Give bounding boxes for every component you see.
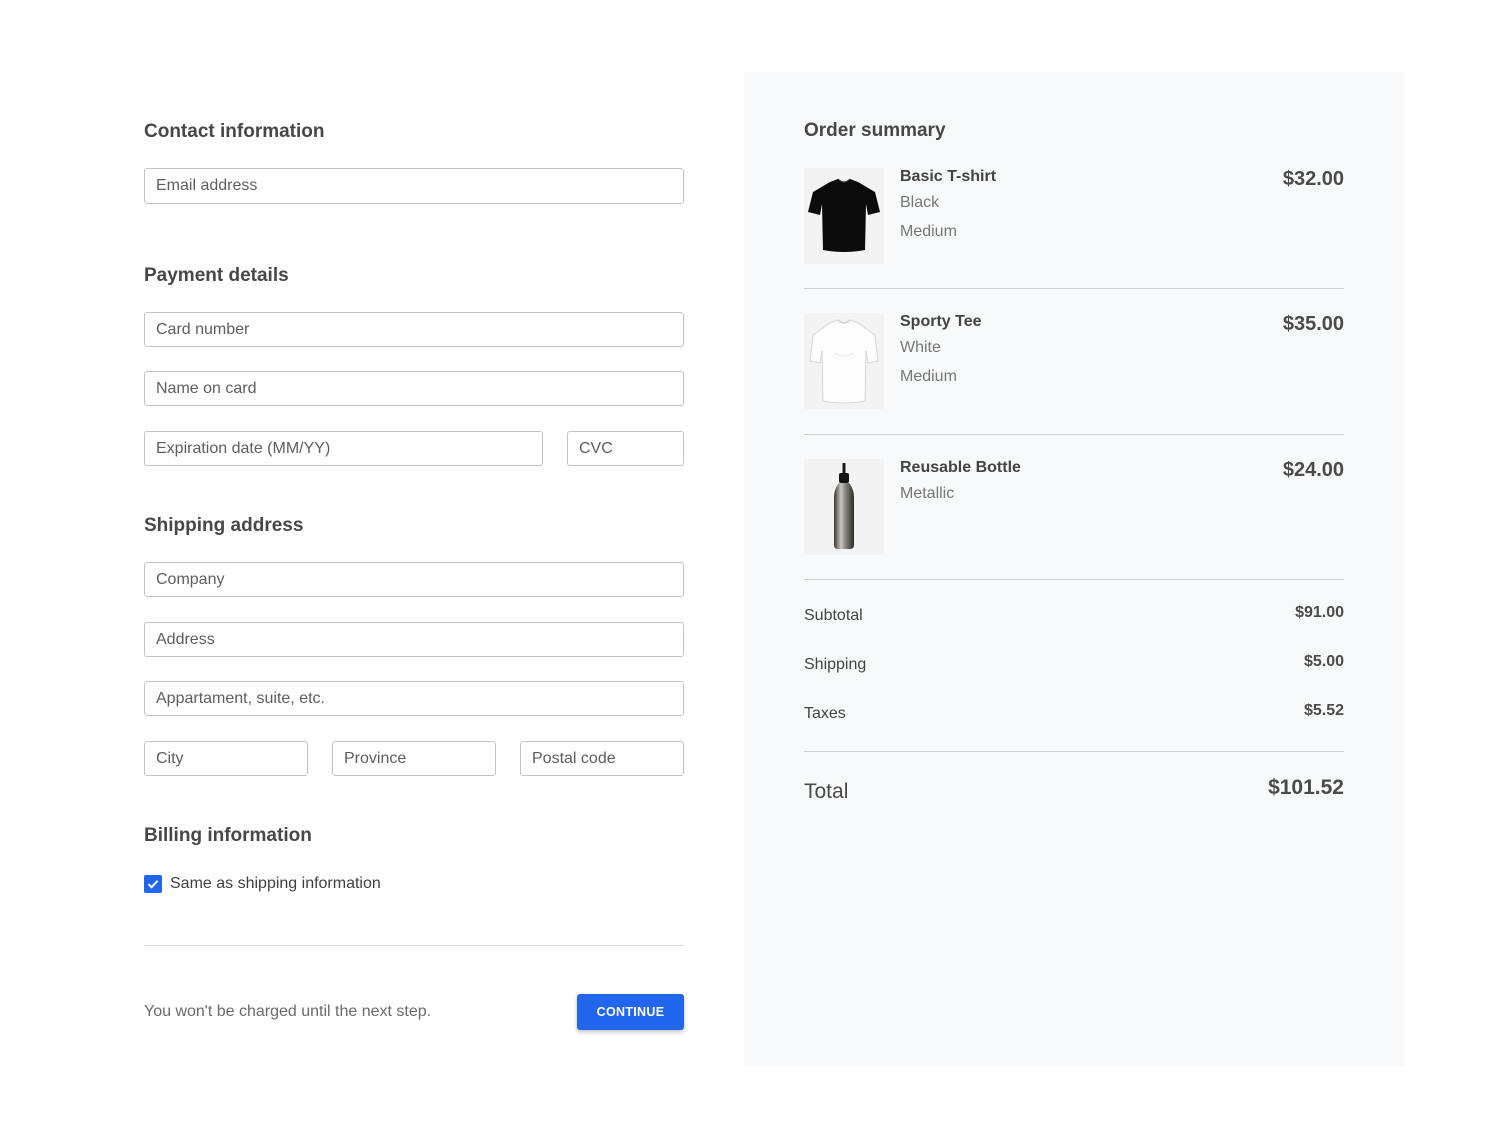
item-price: $35.00 bbox=[1282, 313, 1344, 335]
item-divider bbox=[804, 434, 1344, 435]
apartment-field[interactable] bbox=[144, 681, 684, 716]
taxes-label: Taxes bbox=[804, 705, 846, 722]
totals-divider bbox=[804, 751, 1344, 752]
order-item: Reusable Bottle Metallic $24.00 bbox=[804, 459, 1344, 555]
bottle-icon bbox=[804, 459, 884, 555]
shipping-label: Shipping bbox=[804, 656, 867, 673]
same-as-shipping-checkbox[interactable] bbox=[144, 875, 162, 893]
checkmark-icon bbox=[147, 880, 159, 889]
contact-section-title: Contact information bbox=[144, 121, 325, 142]
company-field[interactable] bbox=[144, 562, 684, 597]
email-field[interactable] bbox=[144, 168, 684, 204]
total-value: $101.52 bbox=[1268, 776, 1344, 799]
checkout-form: Contact information Payment details Ship… bbox=[144, 72, 684, 1030]
item-divider bbox=[804, 579, 1344, 580]
order-summary-title: Order summary bbox=[804, 120, 946, 141]
item-size: Medium bbox=[900, 223, 957, 240]
item-divider bbox=[804, 288, 1344, 289]
subtotal-label: Subtotal bbox=[804, 607, 863, 624]
item-name: Reusable Bottle bbox=[900, 459, 1021, 476]
same-as-shipping-label: Same as shipping information bbox=[170, 875, 381, 892]
address-field[interactable] bbox=[144, 622, 684, 657]
province-field[interactable] bbox=[332, 741, 496, 776]
item-price: $24.00 bbox=[1282, 459, 1344, 481]
name-on-card-field[interactable] bbox=[144, 371, 684, 406]
black-tshirt-icon bbox=[804, 168, 884, 264]
payment-section-title: Payment details bbox=[144, 265, 289, 286]
item-variant: White bbox=[900, 339, 941, 356]
order-item: Sporty Tee White Medium $35.00 bbox=[804, 313, 1344, 409]
form-divider bbox=[144, 945, 684, 946]
taxes-value: $5.52 bbox=[1303, 702, 1344, 719]
continue-button[interactable]: CONTINUE bbox=[577, 994, 684, 1030]
cvc-field[interactable] bbox=[567, 431, 684, 466]
item-name: Sporty Tee bbox=[900, 313, 982, 330]
shipping-section-title: Shipping address bbox=[144, 515, 304, 536]
card-number-field[interactable] bbox=[144, 312, 684, 347]
total-label: Total bbox=[804, 780, 849, 803]
shipping-value: $5.00 bbox=[1303, 653, 1344, 670]
postal-code-field[interactable] bbox=[520, 741, 684, 776]
white-tshirt-icon bbox=[804, 313, 884, 409]
city-field[interactable] bbox=[144, 741, 308, 776]
subtotal-value: $91.00 bbox=[1295, 604, 1344, 621]
same-as-shipping-row[interactable]: Same as shipping information bbox=[144, 874, 684, 894]
order-item: Basic T-shirt Black Medium $32.00 bbox=[804, 168, 1344, 264]
item-size: Medium bbox=[900, 368, 957, 385]
item-name: Basic T-shirt bbox=[900, 168, 997, 185]
order-summary-panel: Order summary Basic T-shirt Black Medium… bbox=[744, 72, 1404, 1066]
item-variant: Black bbox=[900, 194, 940, 211]
item-variant: Metallic bbox=[900, 485, 955, 502]
charge-note: You won't be charged until the next step… bbox=[144, 1003, 432, 1020]
expiration-date-field[interactable] bbox=[144, 431, 543, 466]
billing-section-title: Billing information bbox=[144, 825, 312, 846]
item-price: $32.00 bbox=[1282, 168, 1344, 190]
